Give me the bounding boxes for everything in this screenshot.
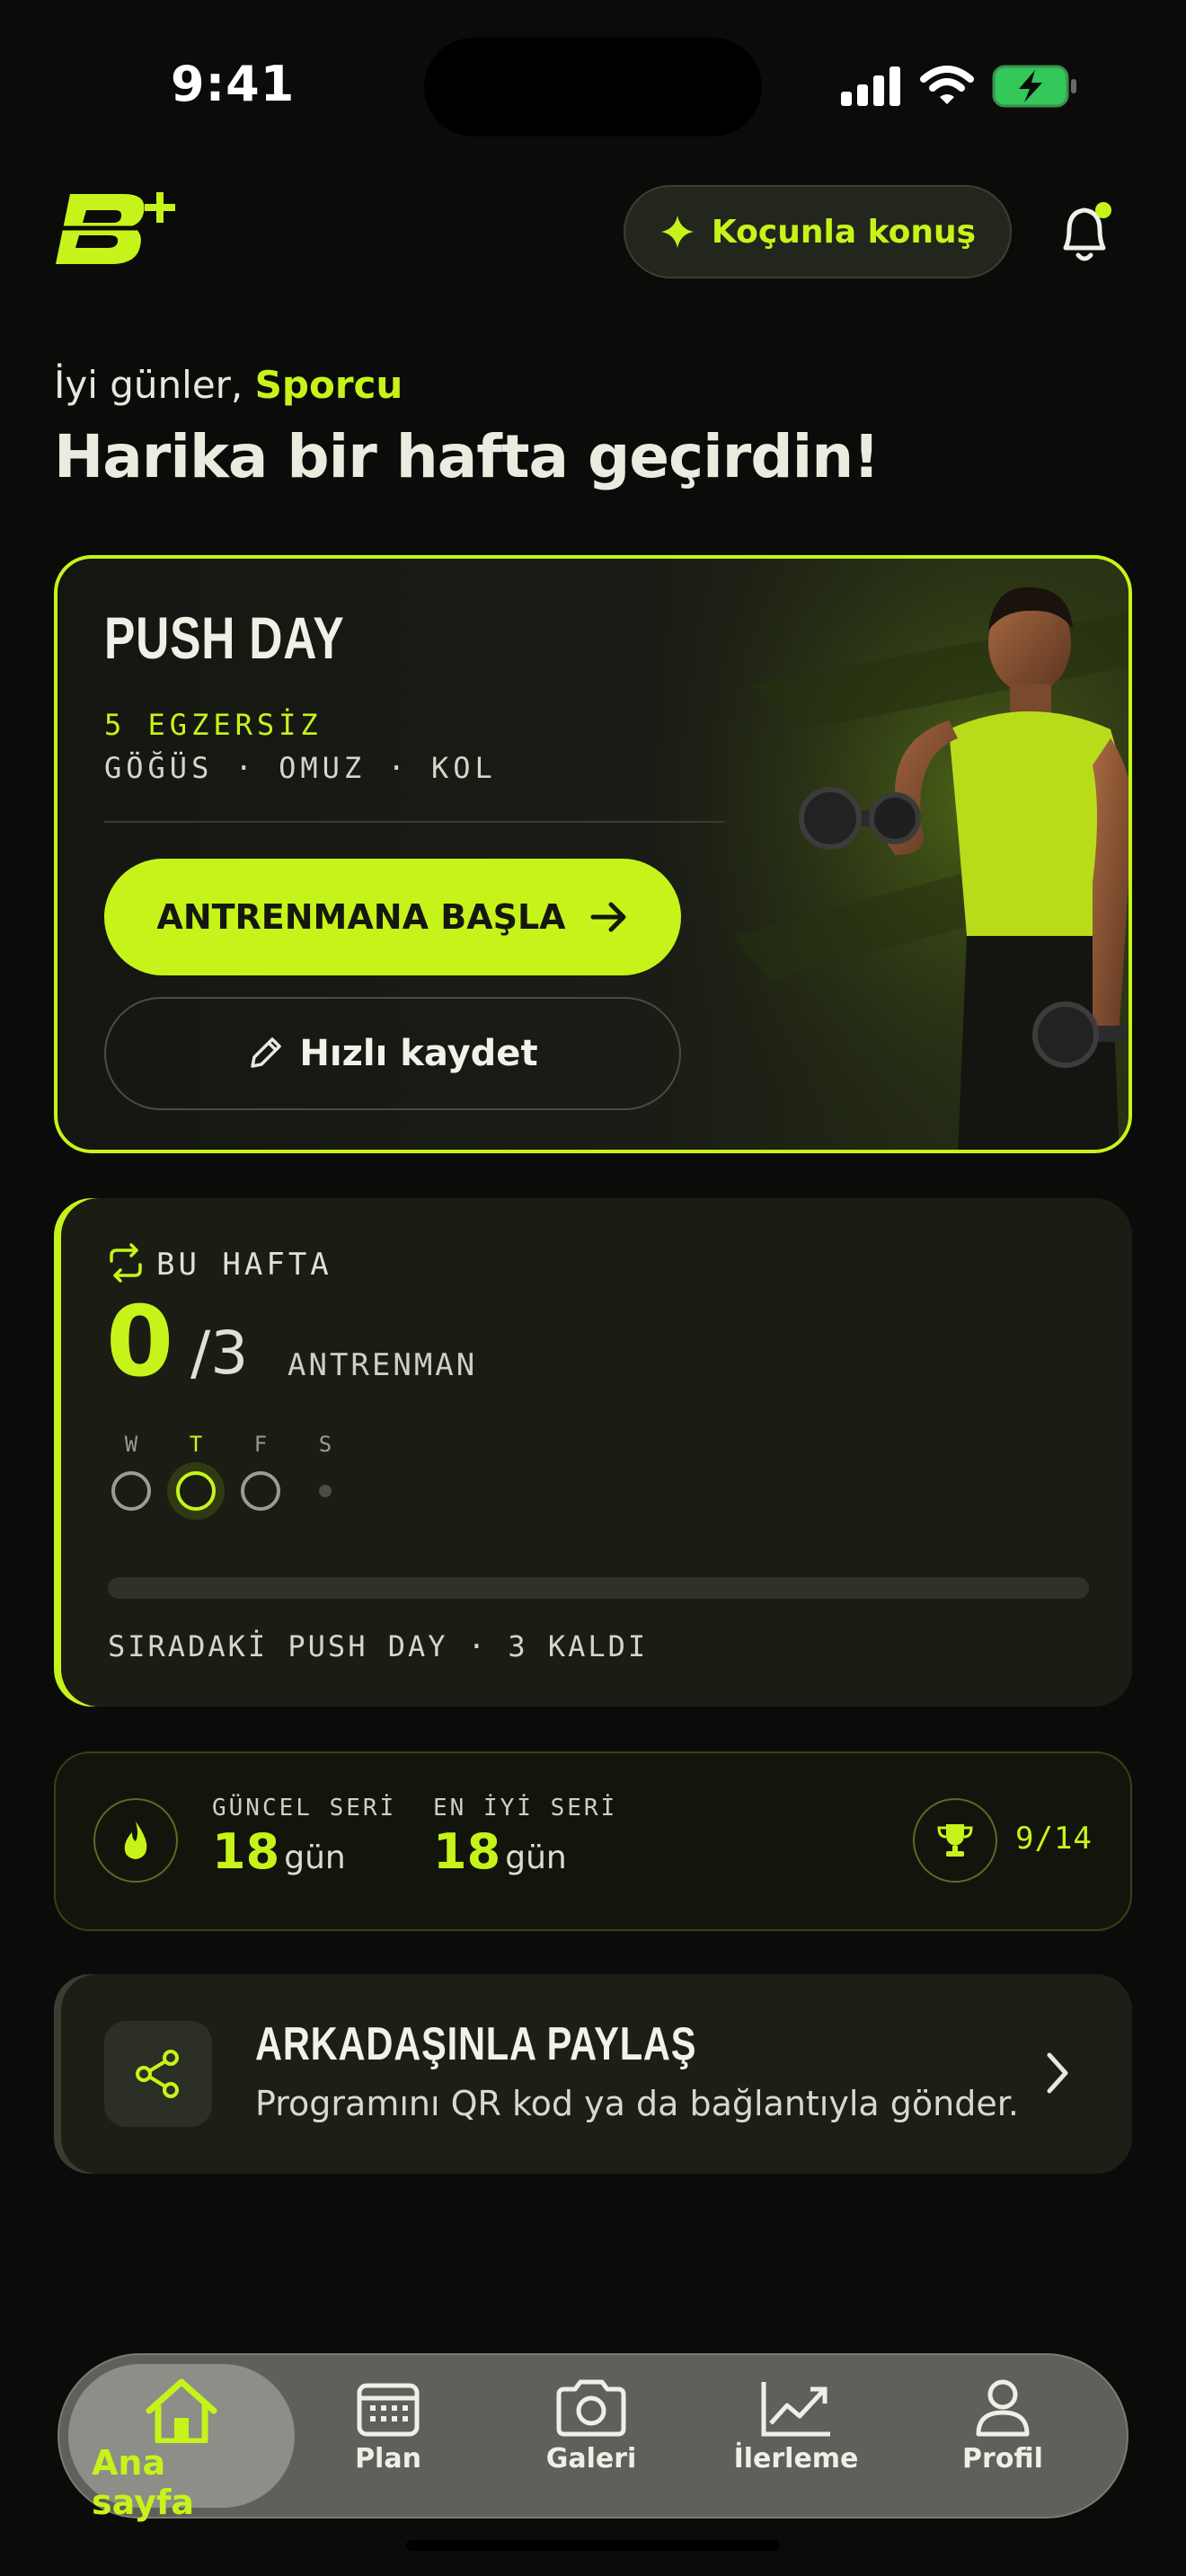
tab-profile-label: Profil (962, 2443, 1043, 2475)
workout-card: PUSH DAY 5 EGZERSİZ GÖĞÜS · OMUZ · KOL A… (54, 555, 1132, 1153)
tab-plan[interactable]: Plan (298, 2378, 478, 2475)
tab-home-label: Ana sayfa (92, 2443, 195, 2522)
share-icon (136, 2050, 179, 2098)
muscle-groups: GÖĞÜS · OMUZ · KOL (104, 751, 497, 785)
sparkle-icon (660, 216, 694, 248)
current-streak-unit: gün (284, 1839, 346, 1876)
user-icon (976, 2379, 1030, 2437)
current-streak-label: GÜNCEL SERİ (212, 1795, 397, 1822)
divider (104, 821, 724, 823)
start-workout-label: ANTRENMANA BAŞLA (156, 897, 566, 937)
share-card[interactable] (54, 1974, 1132, 2174)
best-streak-value: 18 (433, 1823, 501, 1880)
week-total-count: /3 (190, 1319, 249, 1388)
notification-bell-icon[interactable] (1053, 199, 1116, 266)
wifi-icon (920, 66, 974, 104)
athlete-illustration (625, 559, 1128, 1150)
dynamic-island (424, 38, 762, 137)
chevron-right-icon (1047, 2052, 1068, 2094)
week-unit: ANTRENMAN (288, 1347, 478, 1383)
pencil-icon (251, 1037, 282, 1068)
workout-title: PUSH DAY (104, 604, 345, 671)
trophy-count: 9/14 (1015, 1821, 1093, 1857)
exercise-count: 5 EGZERSİZ (104, 708, 323, 742)
greeting-prefix: İyi günler, (54, 363, 243, 407)
tab-gallery[interactable]: Galeri (501, 2378, 681, 2475)
camera-icon (556, 2379, 626, 2437)
week-completed-count: 0 (106, 1286, 174, 1398)
quick-log-label: Hızlı kaydet (299, 1033, 538, 1074)
current-streak: 18 gün (212, 1823, 346, 1880)
brand-logo (56, 192, 175, 264)
best-streak: 18 gün (433, 1823, 567, 1880)
status-time: 9:41 (171, 56, 296, 112)
chart-icon (761, 2382, 830, 2437)
tab-plan-label: Plan (355, 2443, 421, 2475)
coach-chat-label: Koçunla konuş (711, 213, 977, 251)
calendar-icon (357, 2383, 420, 2437)
coach-chat-button[interactable]: Koçunla konuş (624, 185, 1012, 278)
day-indicator (241, 1471, 280, 1511)
arrow-right-icon (590, 902, 626, 932)
day-label: W (124, 1432, 138, 1457)
next-workout-info: SIRADAKİ PUSH DAY · 3 KALDI (108, 1629, 649, 1663)
signal-icon (841, 66, 900, 106)
battery-icon (992, 65, 1076, 108)
tab-profile[interactable]: Profil (913, 2378, 1093, 2475)
trophy-ring[interactable] (913, 1798, 997, 1883)
share-icon-box (104, 2021, 212, 2127)
week-progress-bar (108, 1577, 1089, 1599)
tab-home[interactable]: Ana sayfa (92, 2378, 271, 2522)
day-label: F (253, 1432, 268, 1457)
tab-gallery-label: Galeri (545, 2443, 637, 2475)
current-streak-value: 18 (212, 1823, 280, 1880)
day-label: S (318, 1432, 332, 1457)
share-subtitle: Programını QR kod ya da bağlantıyla gönd… (255, 2084, 1019, 2123)
day-indicator-today (176, 1471, 216, 1511)
day-indicator-rest (319, 1485, 332, 1497)
repeat-icon (110, 1243, 142, 1283)
greeting: İyi günler, Sporcu (54, 363, 403, 407)
user-name: Sporcu (254, 363, 403, 407)
page-headline: Harika bir hafta geçirdin! (54, 422, 880, 491)
week-label: BU HAFTA (156, 1247, 332, 1283)
share-title: ARKADAŞINLA PAYLAŞ (255, 2018, 697, 2070)
day-label: T (189, 1432, 203, 1457)
start-workout-button[interactable]: ANTRENMANA BAŞLA (104, 859, 681, 975)
streak-ring (93, 1798, 178, 1883)
quick-log-button[interactable]: Hızlı kaydet (104, 997, 681, 1110)
tab-progress-label: İlerleme (733, 2443, 859, 2475)
best-streak-label: EN İYİ SERİ (433, 1795, 618, 1822)
best-streak-unit: gün (505, 1839, 567, 1876)
flame-icon (124, 1822, 147, 1859)
home-icon (146, 2378, 217, 2443)
day-indicator (111, 1471, 151, 1511)
home-indicator (406, 2540, 780, 2551)
tab-progress[interactable]: İlerleme (706, 2378, 886, 2475)
trophy-icon (937, 1824, 973, 1857)
